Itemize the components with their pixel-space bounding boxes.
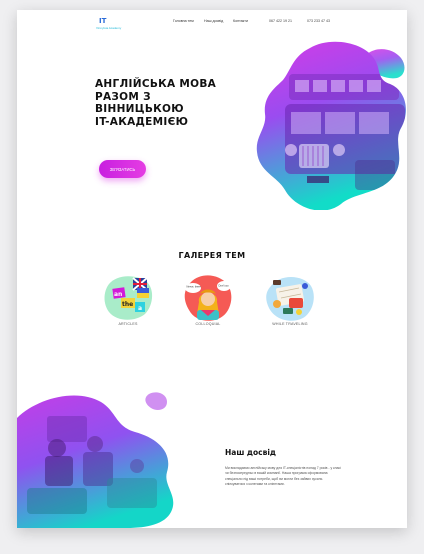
tile-a: a	[138, 305, 142, 312]
topic-label-articles[interactable]: ARTICLES	[98, 322, 158, 326]
logo-subtext: Vinnytsia Academy	[96, 26, 122, 30]
tile-the: the	[122, 301, 133, 308]
topic-label-colloquial[interactable]: COLLOQUIAL	[178, 322, 238, 326]
hero-title: АНГЛІЙСЬКА МОВА РАЗОМ З ВІННИЦЬКОЮ IT-АК…	[95, 78, 255, 128]
speech-bubble-right: Don't cry	[219, 284, 230, 288]
experience-class-image	[17, 392, 174, 528]
logo[interactable]: IT Vinnytsia Academy	[96, 17, 121, 31]
tile-an: an	[114, 291, 122, 298]
hero-title-line: АНГЛІЙСЬКА МОВА	[95, 78, 217, 90]
landing-page: IT Vinnytsia Academy Головна тем Наш дос…	[17, 10, 407, 528]
gallery-title: ГАЛЕРЕЯ ТЕМ	[178, 251, 246, 260]
nav-link-contacts[interactable]: Контакти	[233, 19, 248, 23]
articles-flags-icon[interactable]: an the a	[103, 272, 153, 322]
phone-number-1[interactable]: 067 422 19 21	[269, 19, 292, 23]
colloquial-girl-icon[interactable]: Nerve, there Don't cry	[183, 272, 233, 322]
phone-number-2[interactable]: 073 233 47 43	[307, 19, 330, 23]
nav-link-experience[interactable]: Наш досвід	[204, 19, 223, 23]
speech-bubble-left: Nerve, there	[187, 285, 202, 289]
contact-button[interactable]: ЗВ'ЯЗАТИСЬ	[99, 160, 146, 178]
nav-link-home[interactable]: Головна тем	[173, 19, 194, 23]
hero-title-line: ВІННИЦЬКОЮ	[95, 103, 184, 116]
travel-kit-icon[interactable]	[265, 272, 315, 322]
experience-text: Ми викладаємо англійську мову для IT-спе…	[225, 466, 341, 487]
logo-mark: IT	[99, 17, 107, 25]
hero-title-line: РАЗОМ З	[95, 90, 151, 103]
experience-title: Наш досвід	[225, 448, 276, 457]
hero-bus-image	[256, 41, 406, 210]
topic-label-traveling[interactable]: WHILE TRAVELING	[260, 322, 320, 326]
hero-title-line: IT-АКАДЕМІЄЮ	[95, 115, 189, 128]
